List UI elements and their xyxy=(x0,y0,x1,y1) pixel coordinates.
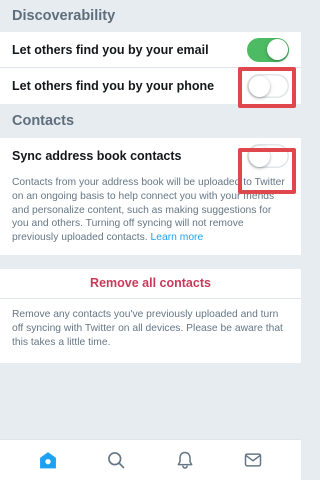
email-discoverability-label: Let others find you by your email xyxy=(12,42,209,57)
sync-contacts-toggle[interactable] xyxy=(247,144,289,168)
toggle-knob xyxy=(248,145,270,167)
sync-contacts-description: Contacts from your address book will be … xyxy=(0,174,301,255)
sync-description-text: Contacts from your address book will be … xyxy=(12,177,285,244)
remove-contacts-description: Remove any contacts you've previously up… xyxy=(12,308,283,348)
bell-icon xyxy=(177,451,193,469)
tab-home[interactable] xyxy=(28,440,68,480)
settings-screen: Discoverability Let others find you by y… xyxy=(0,0,301,480)
sync-contacts-label: Sync address book contacts xyxy=(12,149,182,163)
email-discoverability-toggle[interactable] xyxy=(247,37,289,62)
learn-more-link[interactable]: Learn more xyxy=(151,232,204,243)
toggle-knob xyxy=(248,75,270,97)
tab-notifications[interactable] xyxy=(165,440,205,480)
discoverability-header: Discoverability xyxy=(12,8,116,24)
remove-contacts-group: Remove all contacts Remove any contacts … xyxy=(0,268,301,364)
home-icon xyxy=(40,452,57,469)
tab-messages[interactable] xyxy=(233,440,273,480)
contacts-header: Contacts xyxy=(12,113,75,129)
remove-all-contacts-button[interactable]: Remove all contacts xyxy=(0,269,301,299)
search-icon xyxy=(108,452,125,469)
remove-all-contacts-label: Remove all contacts xyxy=(90,276,211,291)
contacts-group: Sync address book contacts Contacts from… xyxy=(0,138,301,255)
toggle-knob xyxy=(266,39,288,60)
discoverability-group: Let others find you by your email Let ot… xyxy=(0,32,301,104)
tab-search[interactable] xyxy=(96,440,136,480)
phone-discoverability-toggle[interactable] xyxy=(247,74,289,98)
mail-icon xyxy=(244,453,262,467)
email-discoverability-row[interactable]: Let others find you by your email xyxy=(0,32,301,68)
phone-discoverability-label: Let others find you by your phone xyxy=(12,79,215,93)
sync-contacts-row[interactable]: Sync address book contacts xyxy=(0,138,301,174)
phone-discoverability-row[interactable]: Let others find you by your phone xyxy=(0,68,301,104)
bottom-tab-bar xyxy=(0,439,301,480)
